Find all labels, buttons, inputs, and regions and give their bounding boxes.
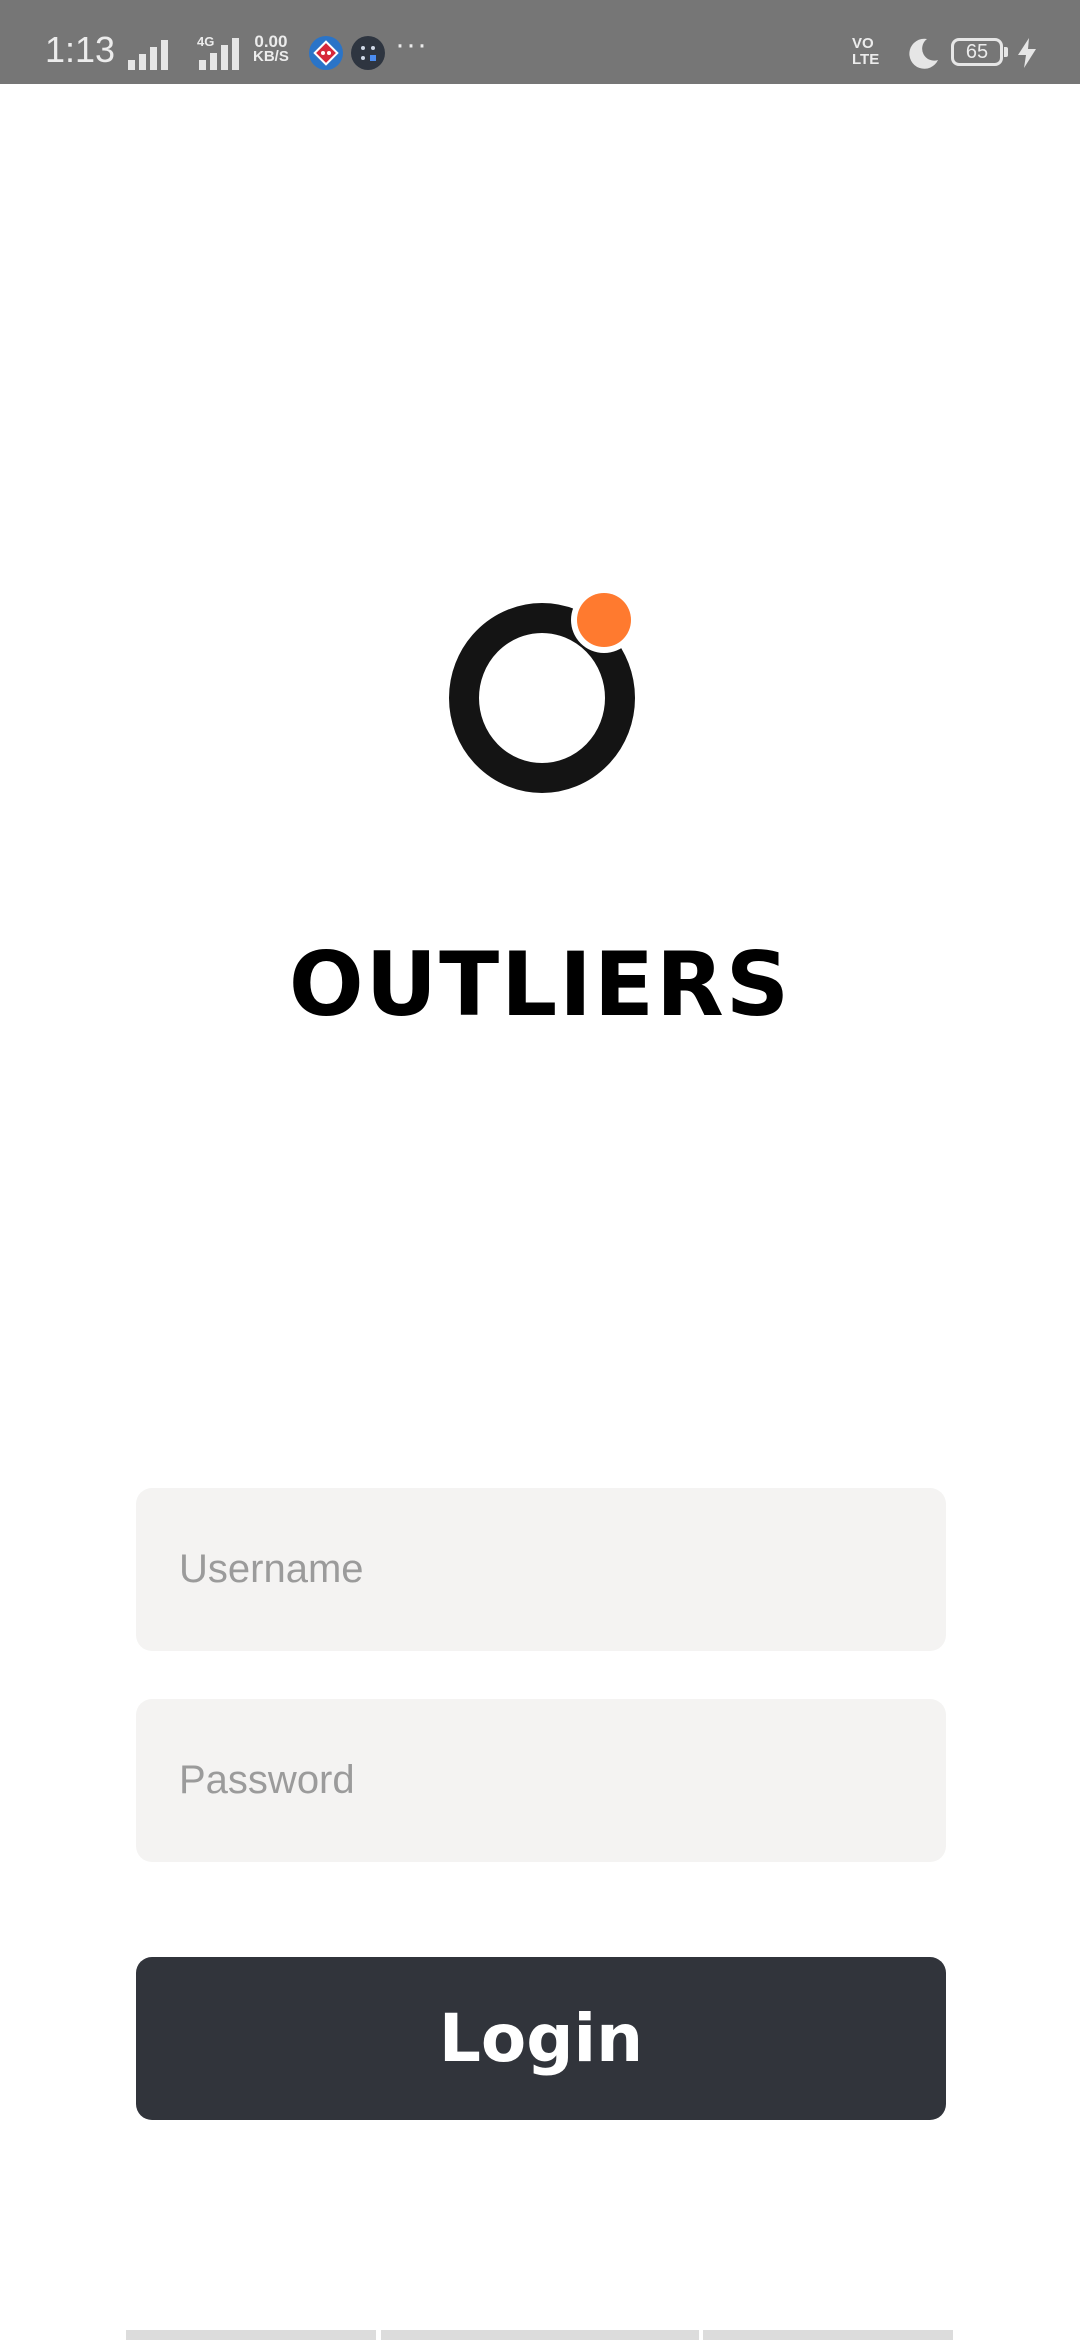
- password-input[interactable]: [136, 1699, 946, 1862]
- bottom-indicator-left: [126, 2330, 376, 2340]
- volte-indicator: VO LTE: [852, 36, 879, 68]
- moon-icon: [909, 38, 938, 69]
- bottom-indicator-middle: [381, 2330, 699, 2340]
- outliers-logo-icon: [449, 587, 637, 793]
- app-notification-icon: [351, 36, 385, 70]
- login-button[interactable]: Login: [136, 1957, 946, 2120]
- signal-icon: [128, 40, 168, 70]
- username-field-container: [136, 1488, 946, 1651]
- dominos-notification-icon: [309, 36, 343, 70]
- status-bar: 1:13 4G 0.00 KB/S ··· VO LTE 65: [0, 0, 1080, 84]
- battery-icon: 65: [951, 38, 1008, 66]
- password-field-container: [136, 1699, 946, 1862]
- login-screen: 1:13 4G 0.00 KB/S ··· VO LTE 65 OUTLIERS…: [0, 0, 1080, 2340]
- charging-bolt-icon: [1018, 38, 1036, 68]
- volte-line2: LTE: [852, 51, 880, 68]
- speed-value: 0.00: [254, 32, 288, 51]
- app-title: OUTLIERS: [288, 933, 792, 1036]
- network-speed: 0.00 KB/S: [253, 32, 289, 65]
- speed-unit: KB/S: [253, 48, 289, 65]
- status-time: 1:13: [45, 29, 116, 70]
- bottom-indicator-right: [703, 2330, 953, 2340]
- network-type-label: 4G: [197, 34, 215, 49]
- username-input[interactable]: [136, 1488, 946, 1651]
- volte-line1: VO: [852, 35, 874, 52]
- more-notifications-indicator: ···: [395, 28, 428, 61]
